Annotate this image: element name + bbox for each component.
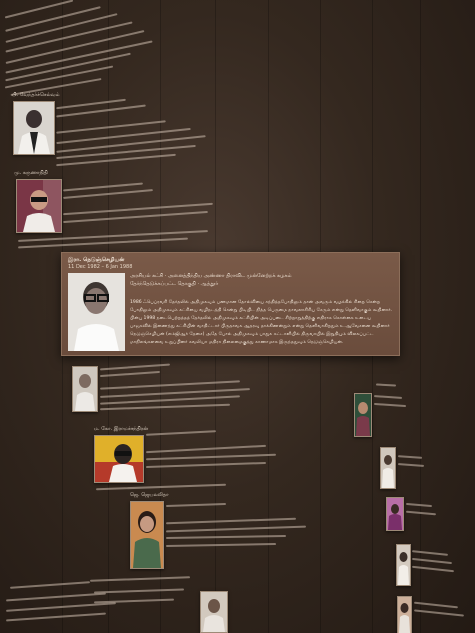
popup-paragraph-line: பாஜகவில் இணைந்து கட்சியின் வாதிட்டார் பி… <box>130 324 390 329</box>
popup-paragraph-line: மாநிலங்களவை உறுப்பினர் கவலியா மதிரச நிலை… <box>130 340 344 345</box>
person-photo[interactable] <box>354 393 372 437</box>
person-photo[interactable] <box>397 596 412 633</box>
popup-title: இரா. நெடுஞ்செழியன் <box>68 257 125 263</box>
entry-heading: மு. கருணாநிதி <box>14 170 48 176</box>
popup-paragraph-line: நெடுஞ்செழியன் (எம்ஜிஆர் தேசை) அதே போல் அ… <box>130 332 374 337</box>
entry-heading: ம. கோ. இராமச்சந்திரன் <box>94 426 149 432</box>
popup-bio-constituency: தேர்ந்தெடுக்கப்பட்ட தொகுதி · ஆத்தூர் <box>130 281 219 287</box>
popup-portrait <box>68 273 125 351</box>
detail-popup[interactable]: இரா. நெடுஞ்செழியன் 11 Dec 1982 – 6 Jan 1… <box>61 252 400 356</box>
timeline-wall-view[interactable]: பி. வேந்தர்ச்செல்வம் மு. கருணாநிதி இரா. … <box>0 0 475 633</box>
popup-paragraph-line: பின்பு 1998 நடைபெற்றத்தத் தேர்தலில் அதிம… <box>130 316 372 321</box>
person-photo[interactable] <box>94 435 144 483</box>
popup-bio-party: அரசியல் கட்சி · அனைத்திந்திய அண்ணா திராவ… <box>130 273 292 279</box>
entry-heading: பி. வேந்தர்ச்செல்வம் <box>12 92 60 98</box>
popup-dates: 11 Dec 1982 – 6 Jan 1988 <box>68 264 133 270</box>
popup-paragraph-line: போதிலும் அதிமுகவும் கட்சியை வழிநடத்தி செ… <box>130 308 393 313</box>
person-photo[interactable] <box>72 366 98 412</box>
person-photo[interactable] <box>16 179 62 233</box>
person-photo[interactable] <box>200 591 228 633</box>
popup-paragraph-line: 1986 ஃபெப்ரவரி தேர்தலில் அதிமுகவும் பணமா… <box>130 300 380 305</box>
person-photo[interactable] <box>396 544 411 586</box>
person-photo[interactable] <box>380 447 396 489</box>
wall-divider <box>420 0 421 633</box>
person-photo[interactable] <box>386 497 404 531</box>
person-photo[interactable] <box>130 501 164 569</box>
entry-heading: ஜெ. ஜெயலலிதா <box>130 492 169 498</box>
person-photo[interactable] <box>13 101 55 155</box>
